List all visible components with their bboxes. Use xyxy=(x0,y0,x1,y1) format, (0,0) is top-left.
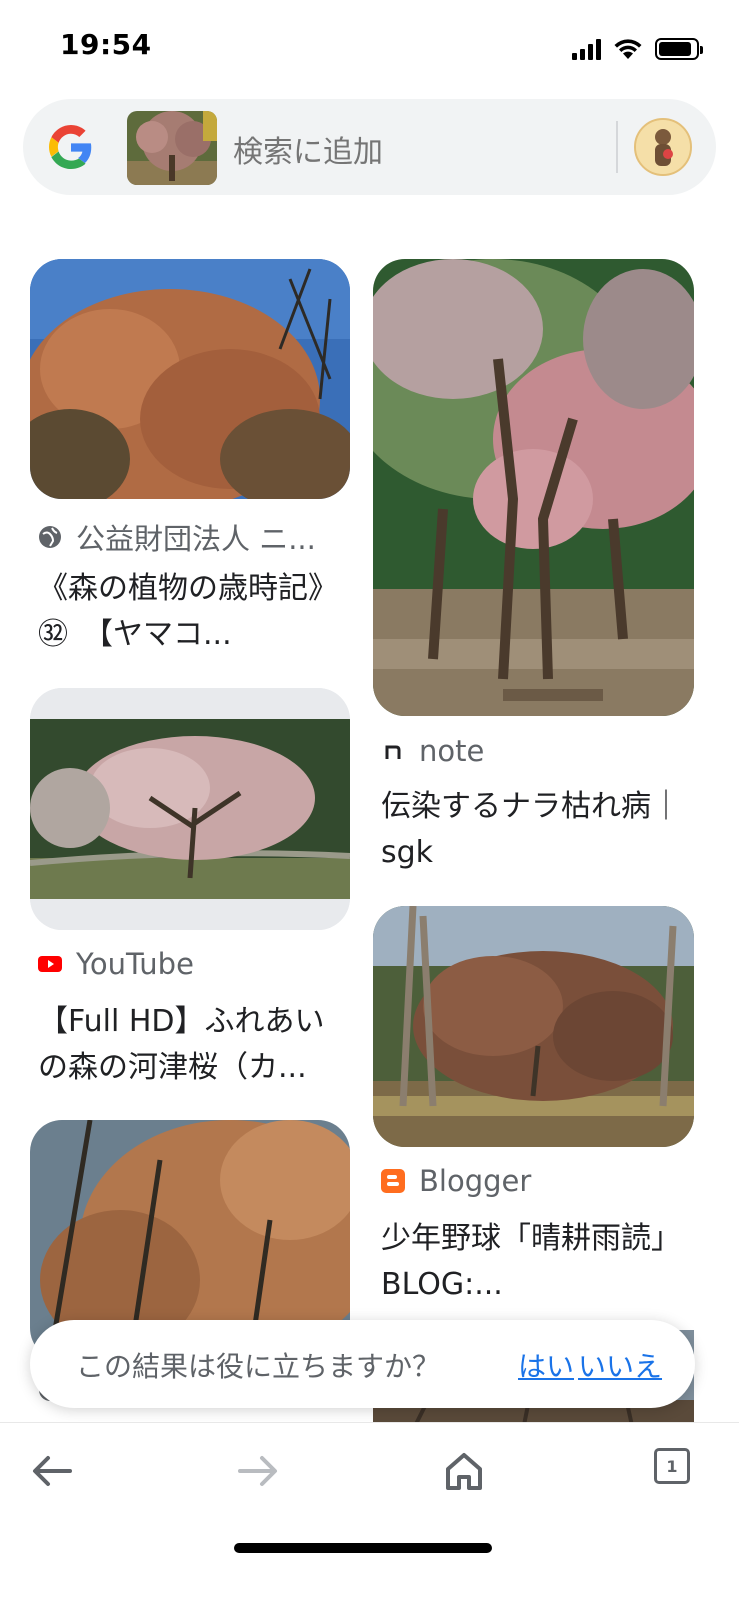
result-source-label: YouTube xyxy=(76,947,194,981)
result-source-1[interactable]: 公益財団法人 ニ... xyxy=(38,516,338,558)
result-source-3[interactable]: YouTube xyxy=(38,947,338,981)
result-image-1[interactable] xyxy=(30,259,350,499)
result-title-3[interactable]: 【Full HD】ふれあいの森の河津桜（カ... xyxy=(38,999,343,1091)
result-image-4[interactable] xyxy=(373,906,694,1147)
note-logo-icon xyxy=(381,739,405,763)
result-image-3[interactable] xyxy=(30,688,350,930)
search-input[interactable]: 検索に追加 xyxy=(233,127,383,171)
tabs-button[interactable]: 1 xyxy=(654,1448,690,1484)
result-source-label: 公益財団法人 ニ... xyxy=(76,522,316,556)
blogger-logo-icon xyxy=(381,1169,405,1193)
wifi-icon xyxy=(614,39,642,59)
back-arrow-icon xyxy=(33,1456,72,1486)
home-icon xyxy=(446,1453,482,1490)
feedback-yes-link[interactable]: はい xyxy=(518,1345,574,1385)
home-indicator xyxy=(234,1543,492,1553)
feedback-prompt: この結果は役に立ちますか？ はい いいえ xyxy=(30,1320,695,1408)
battery-icon xyxy=(655,38,703,60)
result-source-4[interactable]: Blogger xyxy=(381,1164,681,1198)
home-button[interactable] xyxy=(434,1441,494,1501)
result-source-2[interactable]: note xyxy=(381,734,681,768)
result-source-label: Blogger xyxy=(419,1164,532,1198)
search-bar[interactable]: 検索に追加 xyxy=(23,99,716,195)
bottom-navigation: 1 xyxy=(0,1422,739,1600)
result-title-1[interactable]: 《森の植物の歳時記》㉜ 【ヤマコ... xyxy=(38,566,343,658)
globe-icon xyxy=(38,525,62,549)
search-divider xyxy=(616,121,618,173)
result-source-label: note xyxy=(419,734,485,768)
forward-button[interactable] xyxy=(228,1441,288,1501)
cellular-signal-icon xyxy=(572,38,601,60)
feedback-question: この結果は役に立ちますか？ xyxy=(76,1350,441,1383)
result-title-2[interactable]: 伝染するナラ枯れ病｜sgk xyxy=(381,784,686,876)
google-g-logo-icon[interactable] xyxy=(49,125,93,169)
result-title-4[interactable]: 少年野球「晴耕雨読」BLOG:... xyxy=(381,1216,686,1308)
forward-arrow-icon xyxy=(238,1456,277,1486)
status-icons xyxy=(572,32,703,60)
result-image-2[interactable] xyxy=(373,259,694,716)
status-time: 19:54 xyxy=(60,28,152,61)
back-button[interactable] xyxy=(22,1441,82,1501)
search-image-thumbnail[interactable] xyxy=(127,111,217,185)
battery-level xyxy=(659,42,692,56)
youtube-logo-icon xyxy=(38,952,62,976)
avatar[interactable] xyxy=(634,118,692,176)
feedback-no-link[interactable]: いいえ xyxy=(578,1345,662,1385)
status-bar: 19:54 xyxy=(0,0,739,94)
